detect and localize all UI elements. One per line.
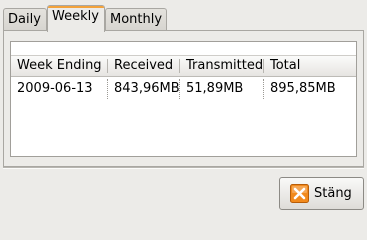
tab-daily-label: Daily bbox=[8, 12, 41, 27]
button-area-separator bbox=[3, 167, 364, 169]
tab-weekly[interactable]: Weekly bbox=[47, 5, 105, 32]
cell-total: 895,85MB bbox=[270, 81, 336, 96]
tab-monthly[interactable]: Monthly bbox=[105, 8, 167, 30]
column-header-label: Received bbox=[114, 58, 174, 73]
table-row[interactable]: 2009-06-13 843,96MB 51,89MB 895,85MB bbox=[11, 79, 356, 99]
cell-received: 843,96MB bbox=[108, 79, 180, 99]
tab-monthly-label: Monthly bbox=[110, 12, 163, 27]
close-icon bbox=[290, 184, 309, 203]
column-header-transmitted[interactable]: Transmitted bbox=[180, 56, 264, 76]
tab-panel-weekly: Week Ending Received Transmitted Total 2… bbox=[3, 30, 364, 167]
close-button-label: Stäng bbox=[314, 186, 352, 201]
table-header: Week Ending Received Transmitted Total bbox=[11, 55, 356, 77]
traffic-table[interactable]: Week Ending Received Transmitted Total 2… bbox=[10, 41, 357, 157]
tab-daily[interactable]: Daily bbox=[3, 8, 47, 30]
column-header-week-ending[interactable]: Week Ending bbox=[11, 56, 108, 76]
cell-transmitted: 51,89MB bbox=[180, 79, 264, 99]
cell-week-ending: 2009-06-13 bbox=[11, 79, 108, 99]
column-header-received[interactable]: Received bbox=[108, 56, 180, 76]
column-header-label: Total bbox=[270, 58, 301, 73]
column-header-total[interactable]: Total bbox=[264, 56, 356, 76]
close-button[interactable]: Stäng bbox=[279, 177, 364, 210]
column-header-label: Week Ending bbox=[17, 58, 102, 73]
column-header-label: Transmitted bbox=[186, 58, 264, 73]
tab-weekly-label: Weekly bbox=[52, 9, 99, 24]
